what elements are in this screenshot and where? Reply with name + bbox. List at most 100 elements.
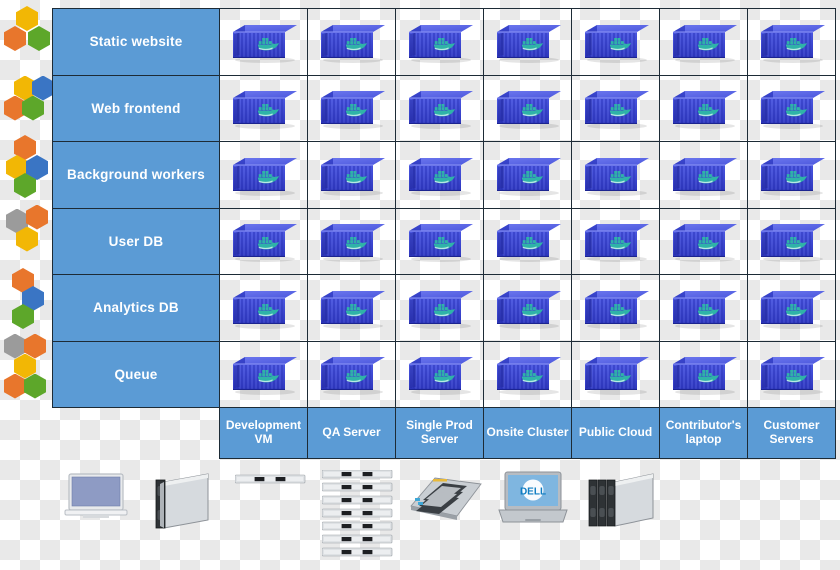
rack-server-stack-icon (315, 470, 402, 570)
column-label-3[interactable]: Single Prod Server (395, 407, 484, 459)
table-row: Queue (52, 340, 836, 408)
docker-container-icon (405, 353, 475, 396)
corner-spacer (53, 408, 220, 459)
matrix-cell-r1-c1[interactable] (219, 8, 308, 76)
docker-container-icon (405, 154, 475, 196)
matrix-cell-r5-c2[interactable] (307, 274, 396, 342)
docker-container-icon (669, 21, 739, 63)
hex-cluster-3-diag-icon (0, 266, 52, 332)
laptop-monitor-icon (52, 470, 139, 570)
matrix-cell-r3-c5[interactable] (571, 141, 660, 209)
hex-cluster-5-icon (0, 332, 52, 399)
matrix-cell-r6-c1[interactable] (219, 340, 308, 408)
hexagon-1 (24, 333, 46, 359)
matrix-cell-r3-c6[interactable] (659, 141, 748, 209)
docker-container-icon (405, 21, 475, 63)
matrix-cell-r2-c5[interactable] (571, 74, 660, 142)
matrix-cell-r4-c2[interactable] (307, 207, 396, 275)
matrix-cell-r6-c4[interactable] (483, 340, 572, 408)
docker-container-icon (757, 21, 827, 63)
matrix-cell-r2-c3[interactable] (395, 74, 484, 142)
docker-container-icon (229, 220, 299, 263)
matrix-cell-r4-c1[interactable] (219, 207, 308, 275)
matrix-cell-r1-c6[interactable] (659, 8, 748, 76)
matrix-cell-r4-c6[interactable] (659, 207, 748, 275)
column-label-1[interactable]: Development VM (219, 407, 308, 459)
hardware-icon-strip: DELL (52, 470, 840, 570)
docker-container-icon (317, 220, 387, 263)
hex-cluster-4-stagger-icon (0, 135, 52, 201)
matrix-cell-r3-c7[interactable] (747, 141, 836, 209)
matrix-cell-r1-c5[interactable] (571, 8, 660, 76)
svg-text:DELL: DELL (520, 487, 546, 498)
docker-container-icon (229, 21, 299, 63)
docker-container-icon (493, 154, 563, 196)
column-label-2[interactable]: QA Server (307, 407, 396, 459)
docker-container-icon (669, 220, 739, 263)
matrix-cell-r4-c3[interactable] (395, 207, 484, 275)
docker-container-icon (581, 154, 651, 196)
matrix-cell-r2-c7[interactable] (747, 74, 836, 142)
dell-laptop-icon: DELL (490, 470, 577, 570)
row-label-5[interactable]: Analytics DB (52, 274, 220, 342)
matrix-cell-r5-c6[interactable] (659, 274, 748, 342)
matrix-cell-r3-c3[interactable] (395, 141, 484, 209)
row-label-3[interactable]: Background workers (52, 141, 220, 209)
matrix-cell-r5-c7[interactable] (747, 274, 836, 342)
matrix-cell-r5-c1[interactable] (219, 274, 308, 342)
matrix-cell-r6-c7[interactable] (747, 340, 836, 408)
table-row: Analytics DB (52, 274, 836, 342)
docker-container-icon (405, 220, 475, 263)
column-label-4[interactable]: Onsite Cluster (483, 407, 572, 459)
hexagon-1 (4, 26, 26, 51)
matrix-cell-r1-c7[interactable] (747, 8, 836, 76)
matrix-cell-r3-c1[interactable] (219, 141, 308, 209)
docker-container-icon (757, 287, 827, 329)
docker-container-icon (757, 154, 827, 196)
matrix-cell-r1-c3[interactable] (395, 8, 484, 76)
matrix-cell-r6-c3[interactable] (395, 340, 484, 408)
hex-cluster-4-icon (0, 70, 54, 136)
hexagon-4 (24, 373, 46, 399)
matrix-cell-r6-c5[interactable] (571, 340, 660, 408)
server-board-icon (402, 470, 489, 570)
column-header-row: Development VM QA Server Single Prod Serve… (53, 407, 836, 459)
row-label-4[interactable]: User DB (52, 207, 220, 275)
matrix-cell-r2-c2[interactable] (307, 74, 396, 142)
matrix-cell-r5-c5[interactable] (571, 274, 660, 342)
blade-server-icon (140, 470, 227, 570)
blade-server-group-icon (577, 470, 664, 570)
matrix-cell-r5-c3[interactable] (395, 274, 484, 342)
docker-container-icon (405, 287, 475, 329)
matrix-cell-r2-c6[interactable] (659, 74, 748, 142)
column-label-5[interactable]: Public Cloud (571, 407, 660, 459)
matrix-cell-r2-c4[interactable] (483, 74, 572, 142)
row-label-6[interactable]: Queue (52, 340, 220, 408)
hexagon-1 (32, 75, 54, 101)
docker-container-icon (581, 287, 651, 329)
row-label-1[interactable]: Static website (52, 8, 220, 76)
docker-container-icon (581, 87, 651, 130)
column-label-6[interactable]: Contributor's laptop (659, 407, 748, 459)
matrix-cell-r3-c4[interactable] (483, 141, 572, 209)
docker-container-icon (493, 353, 563, 396)
docker-container-icon (581, 21, 651, 63)
matrix-cell-r3-c2[interactable] (307, 141, 396, 209)
matrix-cell-r4-c5[interactable] (571, 207, 660, 275)
matrix-cell-r4-c7[interactable] (747, 207, 836, 275)
table-row: Static website (52, 8, 836, 76)
docker-container-icon (757, 353, 827, 396)
matrix-cell-r1-c4[interactable] (483, 8, 572, 76)
matrix-cell-r5-c4[interactable] (483, 274, 572, 342)
matrix-cell-r6-c6[interactable] (659, 340, 748, 408)
row-icon-column (0, 0, 54, 405)
docker-container-icon (317, 87, 387, 130)
column-label-7[interactable]: Customer Servers (747, 407, 836, 459)
matrix-cell-r4-c4[interactable] (483, 207, 572, 275)
matrix-cell-r6-c2[interactable] (307, 340, 396, 408)
table-row: Background workers (52, 141, 836, 209)
row-label-2[interactable]: Web frontend (52, 74, 220, 142)
matrix-cell-r1-c2[interactable] (307, 8, 396, 76)
container-matrix: Static website Web frontend Background w… (52, 8, 836, 459)
matrix-cell-r2-c1[interactable] (219, 74, 308, 142)
